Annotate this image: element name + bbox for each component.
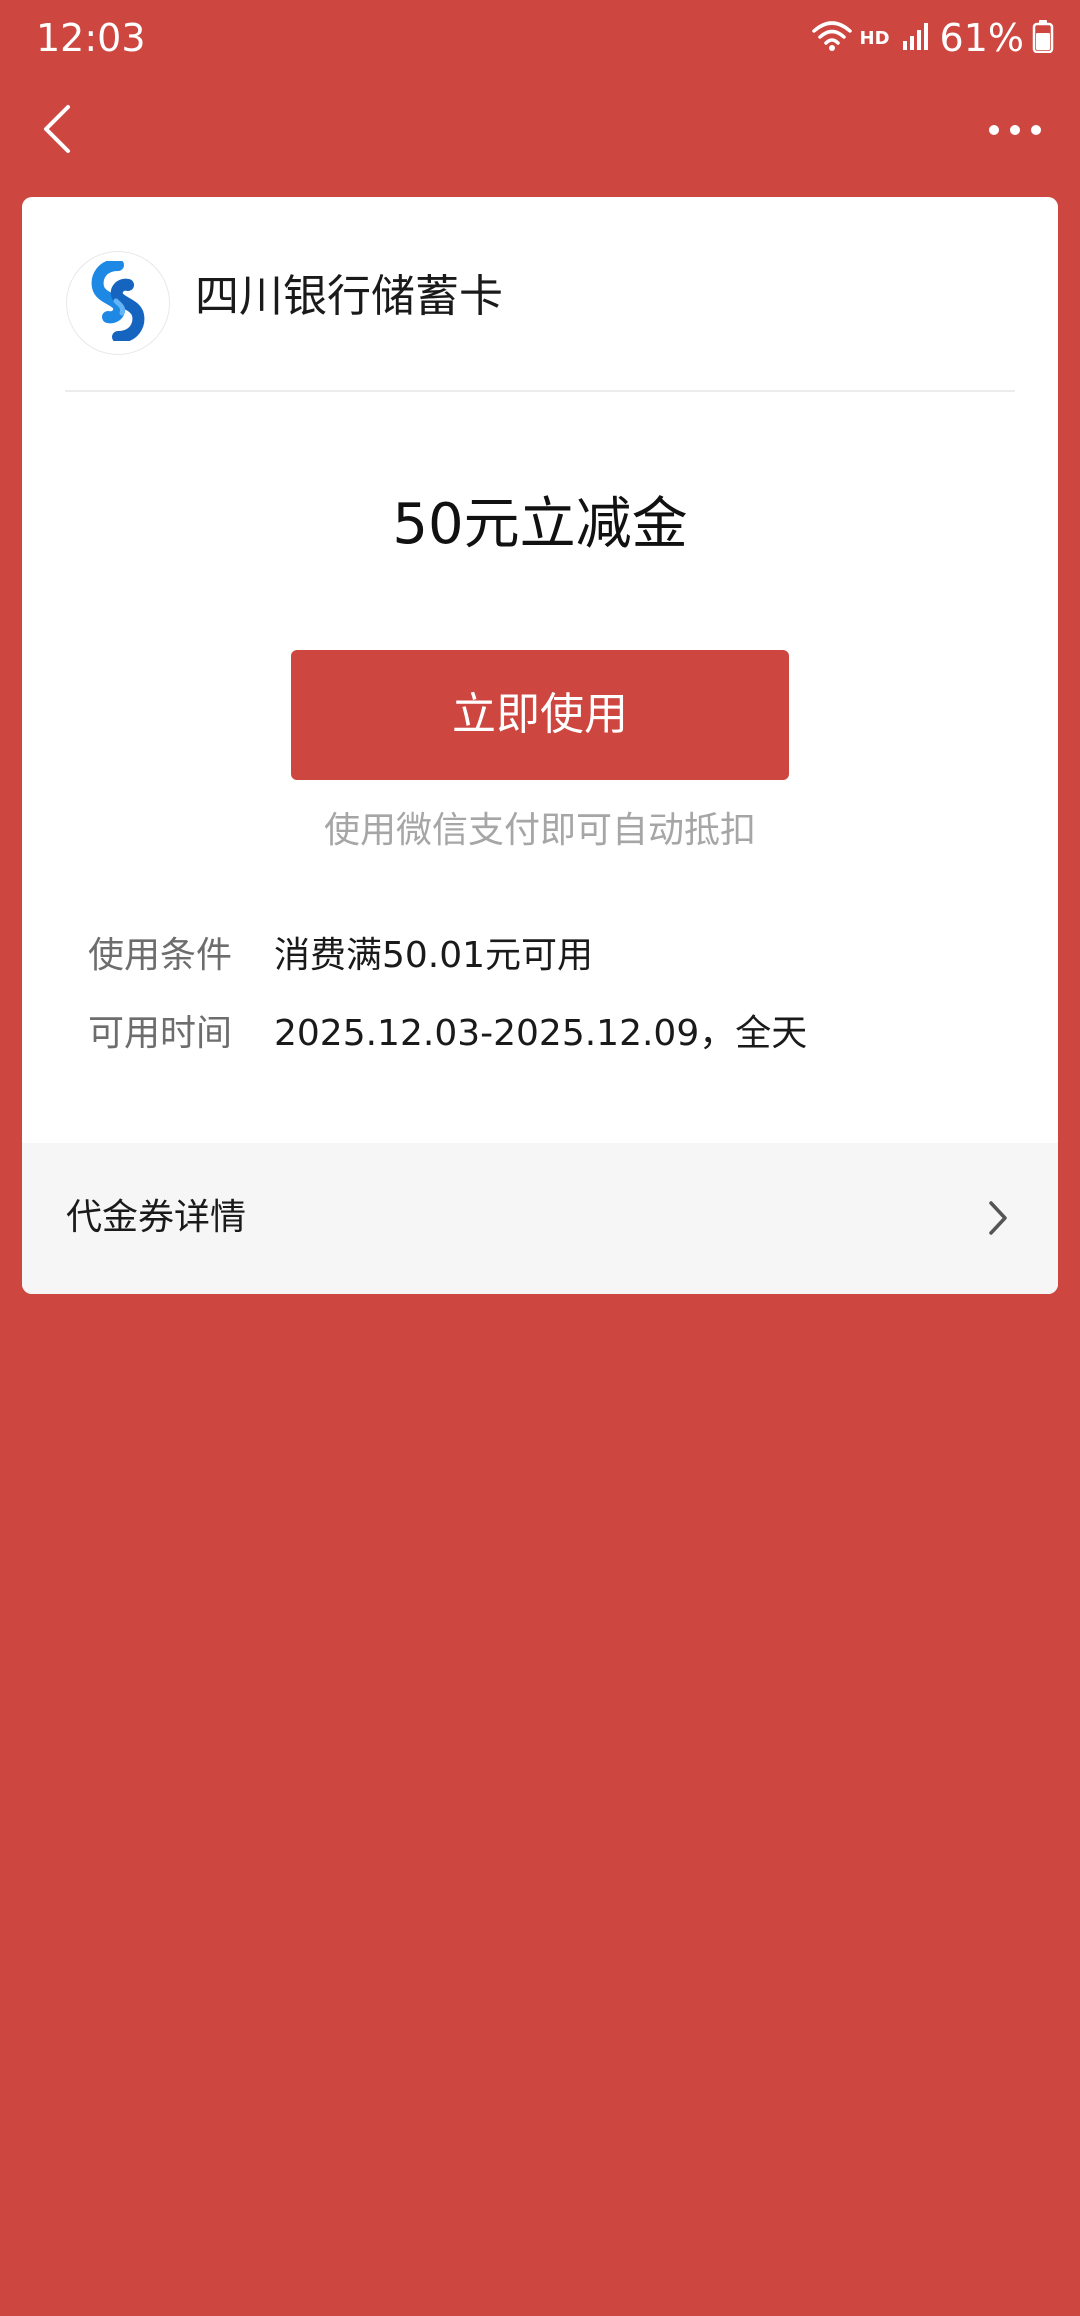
voucher-details-row[interactable]: 代金券详情 xyxy=(22,1143,1058,1294)
info-value: 2025.12.03-2025.12.09，全天 xyxy=(274,1013,808,1054)
info-label: 可用时间 xyxy=(88,1013,233,1054)
coupon-title: 50元立减金 xyxy=(392,492,688,557)
more-button[interactable] xyxy=(980,96,1050,166)
info-row-conditions: 使用条件 消费满50.01元可用 xyxy=(88,927,593,977)
status-icons: HD 61% xyxy=(811,14,1054,62)
network-hd-label: HD xyxy=(859,27,890,49)
back-button[interactable] xyxy=(22,96,92,166)
more-horizontal-icon xyxy=(988,122,1042,141)
info-row-valid-time: 可用时间 2025.12.03-2025.12.09，全天 xyxy=(88,1005,807,1055)
divider xyxy=(65,390,1015,392)
info-label: 使用条件 xyxy=(88,935,233,976)
info-value: 消费满50.01元可用 xyxy=(274,935,594,976)
card-header: 四川银行储蓄卡 xyxy=(22,197,1058,391)
battery-icon xyxy=(1032,19,1054,57)
bank-name: 四川银行储蓄卡 xyxy=(195,271,503,322)
battery-percent: 61% xyxy=(939,16,1024,60)
use-now-button[interactable]: 立即使用 xyxy=(291,650,789,780)
coupon-card: 四川银行储蓄卡 50元立减金 立即使用 使用微信支付即可自动抵扣 使用条件 消费… xyxy=(22,197,1058,1294)
status-time: 12:03 xyxy=(36,16,146,60)
voucher-details-label: 代金券详情 xyxy=(66,1197,247,1238)
status-bar: 12:03 HD 61% xyxy=(0,0,1080,78)
signal-icon xyxy=(902,21,932,55)
bank-logo xyxy=(67,252,169,354)
nav-bar xyxy=(0,78,1080,198)
chevron-left-icon xyxy=(40,103,74,159)
chevron-right-icon xyxy=(978,1193,1018,1243)
wifi-icon xyxy=(811,19,852,57)
bank-logo-icon xyxy=(88,259,148,345)
auto-deduct-hint: 使用微信支付即可自动抵扣 xyxy=(323,810,756,851)
